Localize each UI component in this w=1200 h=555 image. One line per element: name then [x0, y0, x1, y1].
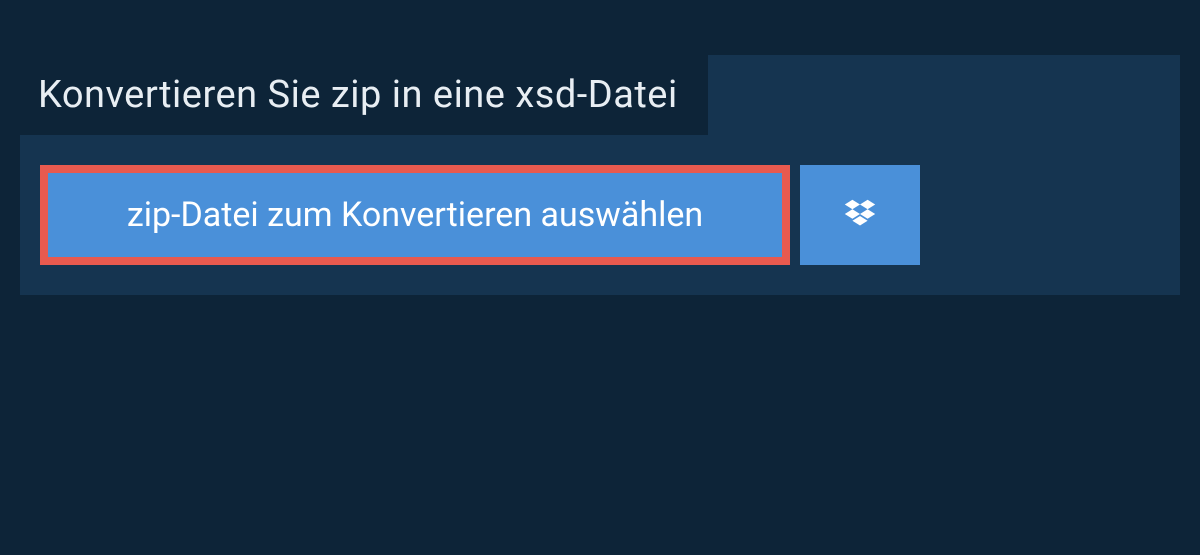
choose-file-label: zip-Datei zum Konvertieren auswählen: [127, 195, 703, 235]
heading-wrap: Konvertieren Sie zip in eine xsd-Datei: [20, 55, 708, 135]
button-row: zip-Datei zum Konvertieren auswählen: [20, 135, 1180, 265]
converter-panel: Konvertieren Sie zip in eine xsd-Datei z…: [20, 55, 1180, 295]
page-title: Konvertieren Sie zip in eine xsd-Datei: [38, 73, 678, 117]
dropbox-button[interactable]: [800, 165, 920, 265]
dropbox-icon: [841, 196, 879, 234]
choose-file-button[interactable]: zip-Datei zum Konvertieren auswählen: [40, 165, 790, 265]
